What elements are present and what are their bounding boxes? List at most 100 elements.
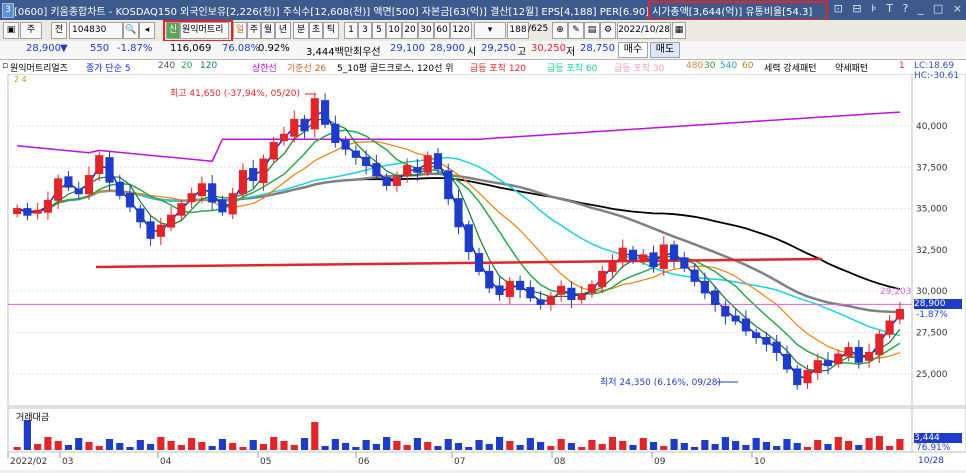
- volume-bar: [34, 444, 42, 450]
- minute-step-30[interactable]: 30: [418, 22, 434, 39]
- window-icon-2[interactable]: ⊟: [852, 2, 861, 15]
- sell-button[interactable]: 매도: [650, 42, 680, 58]
- volume-bar: [116, 443, 124, 450]
- buy-button[interactable]: 매수: [618, 42, 648, 58]
- candle-body: [834, 353, 843, 365]
- minute-step-3[interactable]: 3: [358, 22, 372, 39]
- current-price-tag: 28,900: [914, 299, 962, 309]
- minute-step-5[interactable]: 5: [372, 22, 386, 39]
- legend-strong[interactable]: 세력 강세패턴: [764, 61, 817, 74]
- window-controls[interactable]: ⊡ ⊟ ⊧ T ? _ □ ×: [828, 2, 962, 15]
- candle-body: [320, 100, 330, 125]
- price-chart[interactable]: 40,000 37,500 35,000 32,500 30,000 27,500 25,0…: [0, 73, 966, 470]
- volume-bar: [341, 443, 350, 450]
- period-tick[interactable]: 틱: [323, 22, 339, 39]
- volume-title: 거래대금: [16, 413, 50, 423]
- minute-step-10[interactable]: 10: [386, 22, 402, 39]
- count-input[interactable]: 188: [507, 22, 529, 39]
- custom-period-input[interactable]: ▾: [474, 22, 506, 39]
- y-tick-label: 25,000: [916, 370, 948, 380]
- candle-body: [351, 150, 360, 158]
- high-label: 고: [517, 47, 527, 58]
- legend-val-540: 540: [720, 61, 738, 71]
- volume-bar: [300, 438, 309, 450]
- period-week[interactable]: 주: [247, 22, 261, 39]
- volume-bar: [105, 439, 114, 450]
- volume-bar: [13, 447, 21, 450]
- type-select[interactable]: 주: [20, 22, 42, 39]
- volume-bar: [598, 444, 606, 450]
- minute-step-60[interactable]: 60: [434, 22, 450, 39]
- minute-step-20[interactable]: 20: [402, 22, 418, 39]
- candle-body: [64, 176, 73, 188]
- calendar-icon[interactable]: ▦: [672, 22, 686, 39]
- legend-stock-name[interactable]: 원익머트리얼즈: [10, 61, 68, 74]
- save-icon[interactable]: ▤: [584, 22, 600, 39]
- zoom-icon[interactable]: ⊕: [552, 22, 568, 39]
- settings-icon[interactable]: ⚙: [600, 22, 616, 39]
- candle-body: [33, 209, 42, 214]
- legend-spike-30[interactable]: 급등 포착 30: [614, 61, 664, 74]
- legend-spike-60[interactable]: 급등 포착 60: [547, 61, 597, 74]
- minute-step-120[interactable]: 120: [450, 22, 472, 39]
- date-input[interactable]: 2022/10/28: [617, 22, 671, 39]
- legend-val-30: 30: [704, 61, 716, 71]
- current-price: 28,900: [26, 43, 61, 54]
- search-icon[interactable]: 🔍: [123, 22, 139, 39]
- legend-golden[interactable]: 5_10평 골드크로스, 120선 위: [337, 61, 454, 74]
- minimize-icon[interactable]: _: [918, 2, 924, 15]
- x-axis: 2022/02 03 04 05 06 07 08 09 10: [7, 452, 766, 467]
- candle-body: [382, 177, 391, 186]
- candle-body: [741, 318, 750, 332]
- window-icon-1[interactable]: ⊡: [834, 2, 843, 15]
- x-tick-label: 10: [754, 457, 766, 467]
- legend-ma-120[interactable]: 120: [200, 61, 217, 71]
- maximize-icon[interactable]: □: [933, 2, 943, 15]
- low-annotation: 최저 24,350 (6.16%, 09/28): [600, 378, 722, 388]
- candle-body: [505, 280, 514, 298]
- ref-line-label: 29,203: [880, 287, 912, 297]
- close-icon[interactable]: ×: [953, 2, 962, 15]
- stock-code-input[interactable]: 104830: [69, 22, 123, 39]
- window-icon-3[interactable]: ⊧: [871, 2, 877, 15]
- volume-bar: [290, 445, 298, 450]
- volume-bar: [896, 439, 904, 450]
- legend-spike-120[interactable]: 급등 포착 120: [470, 61, 526, 74]
- layout-icon[interactable]: ▣: [3, 22, 19, 39]
- candle-body: [577, 294, 586, 301]
- period-day[interactable]: 일: [233, 22, 247, 39]
- candle-body: [177, 203, 186, 216]
- candle-body: [341, 139, 350, 150]
- speaker-icon[interactable]: ◂: [139, 22, 155, 39]
- legend-upper[interactable]: 상한선: [252, 61, 277, 74]
- legend-weak[interactable]: 약세패턴: [835, 61, 868, 74]
- x-tick-label: 06: [358, 457, 370, 467]
- minute-step-1[interactable]: 1: [344, 22, 358, 39]
- legend-ma-title[interactable]: 종가 단순 5: [86, 61, 131, 74]
- period-month[interactable]: 월: [261, 22, 275, 39]
- candle-body: [74, 188, 83, 195]
- candle-body: [249, 168, 258, 181]
- legend-ma-20[interactable]: 20: [181, 61, 192, 71]
- volume-bar: [413, 438, 422, 450]
- period-minute[interactable]: 분: [293, 22, 309, 39]
- chart-area[interactable]: 40,000 37,500 35,000 32,500 30,000 27,500 25,0…: [0, 71, 966, 470]
- draw-icon[interactable]: ✎: [568, 22, 584, 39]
- volume-bar: [649, 442, 658, 450]
- period-second[interactable]: 초: [309, 22, 323, 39]
- legend-icon: ▫: [2, 61, 9, 71]
- legend-base[interactable]: 기준선 26: [287, 61, 326, 74]
- candle-body: [310, 98, 319, 130]
- period-year[interactable]: 년: [275, 22, 291, 39]
- volume-bar: [270, 437, 278, 450]
- all-button[interactable]: 전: [51, 22, 67, 39]
- text-icon[interactable]: T: [886, 2, 893, 15]
- date-tag: 10/28: [918, 456, 944, 466]
- volume-bar: [844, 441, 853, 450]
- legend-ma-240[interactable]: 240: [158, 61, 175, 71]
- volume-bar: [352, 447, 360, 450]
- y-tick-label: 30,000: [916, 287, 948, 297]
- volume: 116,069: [170, 43, 212, 54]
- volume-bar: [742, 445, 750, 450]
- help-icon[interactable]: ?: [903, 2, 909, 15]
